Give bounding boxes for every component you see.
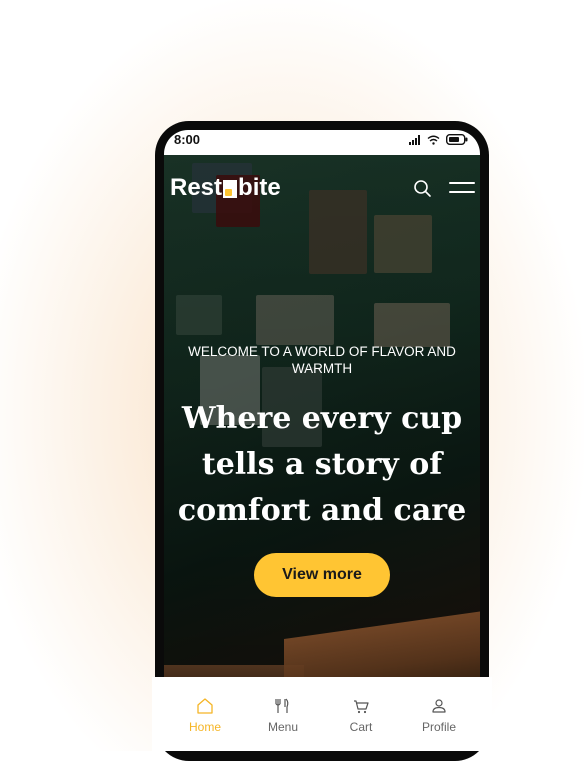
search-icon	[414, 180, 431, 197]
home-icon	[197, 698, 213, 714]
welcome-line-2: WARMTH	[291, 361, 353, 376]
status-bar: 8:00	[164, 130, 480, 155]
welcome-line-1: WELCOME TO A WORLD OF FLAVOR AND	[188, 344, 456, 359]
tab-menu-label: Menu	[267, 720, 299, 734]
hero-headline: Where every cup tells a story of comfort…	[164, 396, 480, 534]
profile-icon	[432, 699, 446, 713]
headline-line-2: tells a story of	[201, 447, 443, 482]
brand-logo[interactable]: Rest bite	[170, 174, 281, 202]
headline-line-3: comfort and care	[177, 493, 467, 528]
menu-icon	[449, 182, 475, 193]
phone-screen: 8:00 Rest bite WELCOME TO A WORLD OF FLA…	[164, 130, 480, 751]
status-icons	[409, 134, 468, 145]
tab-cart-label: Cart	[349, 720, 373, 734]
wall-art	[374, 303, 450, 347]
signal-icon	[409, 134, 420, 145]
wall-art	[176, 295, 222, 335]
tab-cart[interactable]: Cart	[322, 677, 400, 751]
bottom-tab-bar: Home Menu Cart Profile	[152, 677, 492, 751]
tab-profile-label: Profile	[421, 720, 456, 734]
welcome-text: WELCOME TO A WORLD OF FLAVOR AND WARMTH	[164, 343, 480, 377]
cart-icon	[354, 700, 369, 714]
wifi-icon	[427, 135, 440, 145]
status-time: 8:00	[174, 132, 201, 147]
tab-home-label: Home	[188, 720, 221, 734]
fork-knife-icon	[275, 698, 289, 713]
wall-art	[256, 295, 334, 345]
wall-art	[374, 215, 432, 273]
battery-icon	[446, 134, 468, 145]
brand-name-prefix: Rest	[170, 174, 223, 201]
search-button[interactable]	[413, 179, 433, 199]
logo-mark-icon	[223, 180, 238, 198]
menu-button[interactable]	[449, 180, 475, 196]
wall-art	[309, 190, 367, 274]
view-more-button[interactable]: View more	[254, 553, 390, 597]
tab-menu[interactable]: Menu	[244, 677, 322, 751]
tab-profile[interactable]: Profile	[400, 677, 478, 751]
brand-name-suffix: bite	[238, 174, 281, 201]
headline-line-1: Where every cup	[181, 401, 463, 436]
tab-home[interactable]: Home	[166, 677, 244, 751]
